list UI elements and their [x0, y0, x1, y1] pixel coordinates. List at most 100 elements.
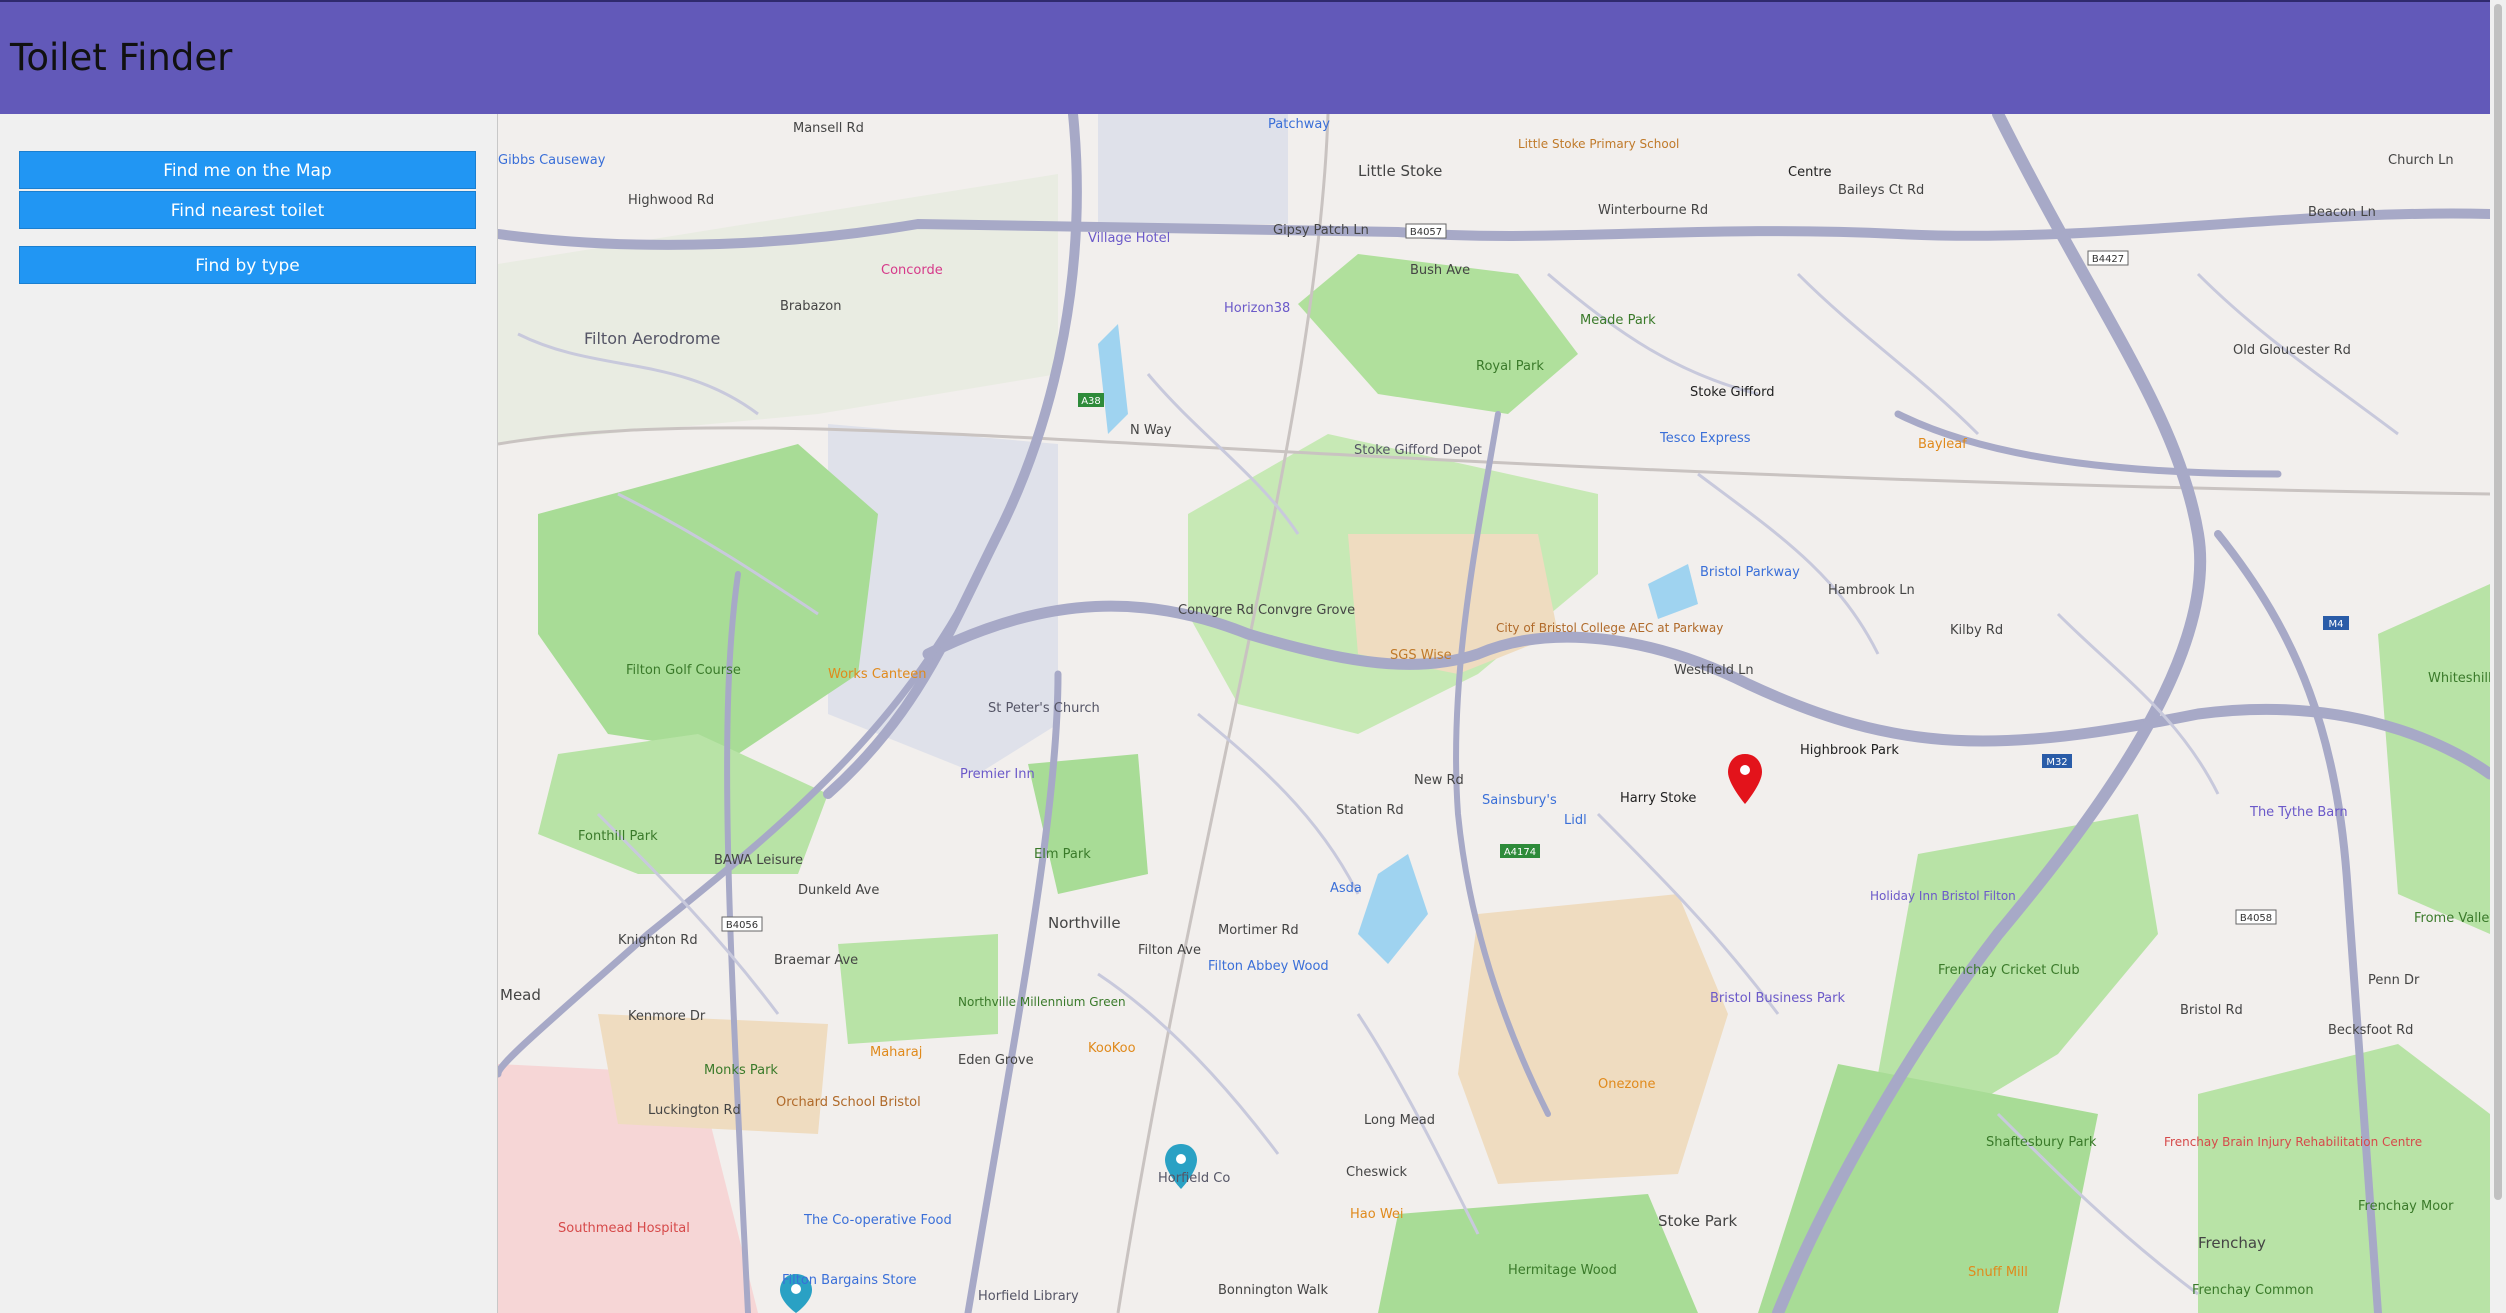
label-holiday-inn-bristol-filton: Holiday Inn Bristol Filton	[1870, 889, 2016, 903]
label-hambrook-ln: Hambrook Ln	[1828, 583, 1915, 598]
road-shield-m4: M4	[2329, 619, 2344, 630]
find-nearest-toilet-button[interactable]: Find nearest toilet	[19, 191, 476, 229]
label-gibbs-causeway: Gibbs Causeway	[498, 153, 606, 168]
label-bristol-business-park: Bristol Business Park	[1710, 991, 1845, 1006]
label-baileys-ct-rd: Baileys Ct Rd	[1838, 183, 1924, 198]
label-westfield-ln: Westfield Ln	[1674, 663, 1754, 678]
label-works-canteen: Works Canteen	[828, 667, 926, 682]
label-onezone: Onezone	[1598, 1077, 1655, 1092]
sidebar: Find me on the Map Find nearest toilet F…	[0, 114, 498, 1313]
label-monks-park: Monks Park	[704, 1063, 778, 1078]
label-concorde: Concorde	[881, 263, 943, 278]
label-eden-grove: Eden Grove	[958, 1053, 1034, 1068]
label-northville: Northville	[1048, 914, 1121, 932]
label-southmead-hospital: Southmead Hospital	[558, 1221, 690, 1236]
label-filton-bargains-store: Filton Bargains Store	[782, 1273, 917, 1288]
label-frenchay-brain-injury: Frenchay Brain Injury Rehabilitation Cen…	[2164, 1135, 2422, 1149]
label-frenchay: Frenchay	[2198, 1234, 2266, 1252]
label-village-hotel: Village Hotel	[1088, 231, 1170, 246]
label-frome-valley: Frome Valley	[2414, 911, 2490, 926]
label-kenmore-dr: Kenmore Dr	[628, 1009, 706, 1024]
road-shield-a38: A38	[1081, 396, 1101, 407]
label-station-rd: Station Rd	[1336, 803, 1404, 818]
label-shaftesbury-park: Shaftesbury Park	[1986, 1135, 2097, 1150]
find-by-type-button[interactable]: Find by type	[19, 246, 476, 284]
label-meade-park: Meade Park	[1580, 313, 1656, 328]
page-scrollbar-thumb[interactable]	[2494, 4, 2502, 1200]
label-st-peters-church: St Peter's Church	[988, 701, 1100, 716]
road-shield-b4427: B4427	[2092, 254, 2124, 265]
map[interactable]: B4057 B4427 A38 A4174 M32 B4058 B4056 M4…	[498, 114, 2490, 1313]
label-frenchay-moor: Frenchay Moor	[2358, 1199, 2454, 1214]
label-little-stoke-primary-school: Little Stoke Primary School	[1518, 137, 1679, 151]
label-brabazon: Brabazon	[780, 299, 841, 314]
millennium-green-area	[838, 934, 998, 1044]
label-braemar-ave: Braemar Ave	[774, 953, 858, 968]
label-mortimer-rd: Mortimer Rd	[1218, 923, 1299, 938]
label-frenchay-common: Frenchay Common	[2192, 1283, 2314, 1298]
label-bawa-leisure: BAWA Leisure	[714, 853, 803, 868]
label-convgre-rd: Convgre Rd	[1178, 603, 1254, 618]
label-the-tythe-barn: The Tythe Barn	[2249, 805, 2348, 820]
label-little-stoke: Little Stoke	[1358, 162, 1442, 180]
label-filton-abbey-wood: Filton Abbey Wood	[1208, 959, 1329, 974]
label-bristol-parkway: Bristol Parkway	[1700, 565, 1800, 580]
label-luckington-rd: Luckington Rd	[648, 1103, 741, 1118]
onezone-area	[1458, 894, 1728, 1184]
label-asda: Asda	[1330, 881, 1362, 896]
label-long-mead: Long Mead	[1364, 1113, 1435, 1128]
label-premier-inn: Premier Inn	[960, 767, 1035, 782]
label-stoke-gifford-depot: Stoke Gifford Depot	[1354, 443, 1482, 458]
label-gipsy-patch-ln: Gipsy Patch Ln	[1273, 223, 1369, 238]
label-becksfoot-rd: Becksfoot Rd	[2328, 1023, 2413, 1038]
road-shield-b4057: B4057	[1410, 227, 1442, 238]
label-old-gloucester-rd: Old Gloucester Rd	[2233, 343, 2351, 358]
label-bristol-rd: Bristol Rd	[2180, 1003, 2243, 1018]
label-lidl: Lidl	[1564, 813, 1587, 828]
label-bayleaf: Bayleaf	[1918, 437, 1967, 452]
label-filton-aerodrome: Filton Aerodrome	[584, 329, 720, 348]
label-sainsburys: Sainsbury's	[1482, 793, 1557, 808]
label-hermitage-wood: Hermitage Wood	[1508, 1263, 1617, 1278]
label-penn-dr: Penn Dr	[2368, 973, 2420, 988]
label-n-way: N Way	[1130, 423, 1172, 438]
label-filton-ave: Filton Ave	[1138, 943, 1201, 958]
label-kilby-rd: Kilby Rd	[1950, 623, 2003, 638]
label-bonnington-walk: Bonnington Walk	[1218, 1283, 1328, 1298]
label-harry-stoke: Harry Stoke	[1620, 791, 1696, 806]
label-fonthill-park: Fonthill Park	[578, 829, 658, 844]
label-elm-park: Elm Park	[1034, 847, 1091, 862]
label-royal-park: Royal Park	[1476, 359, 1544, 374]
label-centre: Centre	[1788, 165, 1831, 180]
label-co-operative-food: The Co-operative Food	[803, 1213, 952, 1228]
frenchay-green	[2198, 1044, 2490, 1313]
find-me-button[interactable]: Find me on the Map	[19, 151, 476, 189]
label-tesco-express: Tesco Express	[1659, 431, 1751, 446]
label-northville-millennium-green: Northville Millennium Green	[958, 995, 1126, 1009]
label-cheswick: Cheswick	[1346, 1165, 1407, 1180]
label-dunkeld-ave: Dunkeld Ave	[798, 883, 879, 898]
label-sgs-wise: SGS Wise	[1390, 648, 1452, 663]
industrial-area	[1098, 114, 1288, 224]
label-mead: Mead	[500, 986, 541, 1004]
label-kookoo: KooKoo	[1088, 1041, 1136, 1056]
label-bush-ave: Bush Ave	[1410, 263, 1470, 278]
label-city-of-bristol-college: City of Bristol College AEC at Parkway	[1496, 621, 1723, 635]
label-maharaj: Maharaj	[870, 1045, 922, 1060]
label-horfield-co: Horfield Co	[1158, 1171, 1230, 1186]
label-stoke-gifford: Stoke Gifford	[1690, 385, 1774, 400]
hermitage-wood-area	[1378, 1194, 1698, 1313]
road-shield-b4058: B4058	[2240, 913, 2272, 924]
label-horizon38: Horizon38	[1224, 301, 1290, 316]
road-shield-a4174: A4174	[1504, 847, 1536, 858]
label-winterbourne-rd: Winterbourne Rd	[1598, 203, 1708, 218]
label-knighton-rd: Knighton Rd	[618, 933, 698, 948]
label-hao-wei: Hao Wei	[1350, 1207, 1404, 1222]
app-header: Toilet Finder	[0, 0, 2490, 114]
label-whiteshill-co: Whiteshill Co	[2428, 671, 2490, 686]
label-stoke-park: Stoke Park	[1658, 1212, 1737, 1230]
map-canvas[interactable]: B4057 B4427 A38 A4174 M32 B4058 B4056 M4…	[498, 114, 2490, 1313]
road-shield-m32: M32	[2046, 757, 2067, 768]
label-highbrook-park: Highbrook Park	[1800, 743, 1899, 758]
label-new-rd: New Rd	[1414, 773, 1464, 788]
